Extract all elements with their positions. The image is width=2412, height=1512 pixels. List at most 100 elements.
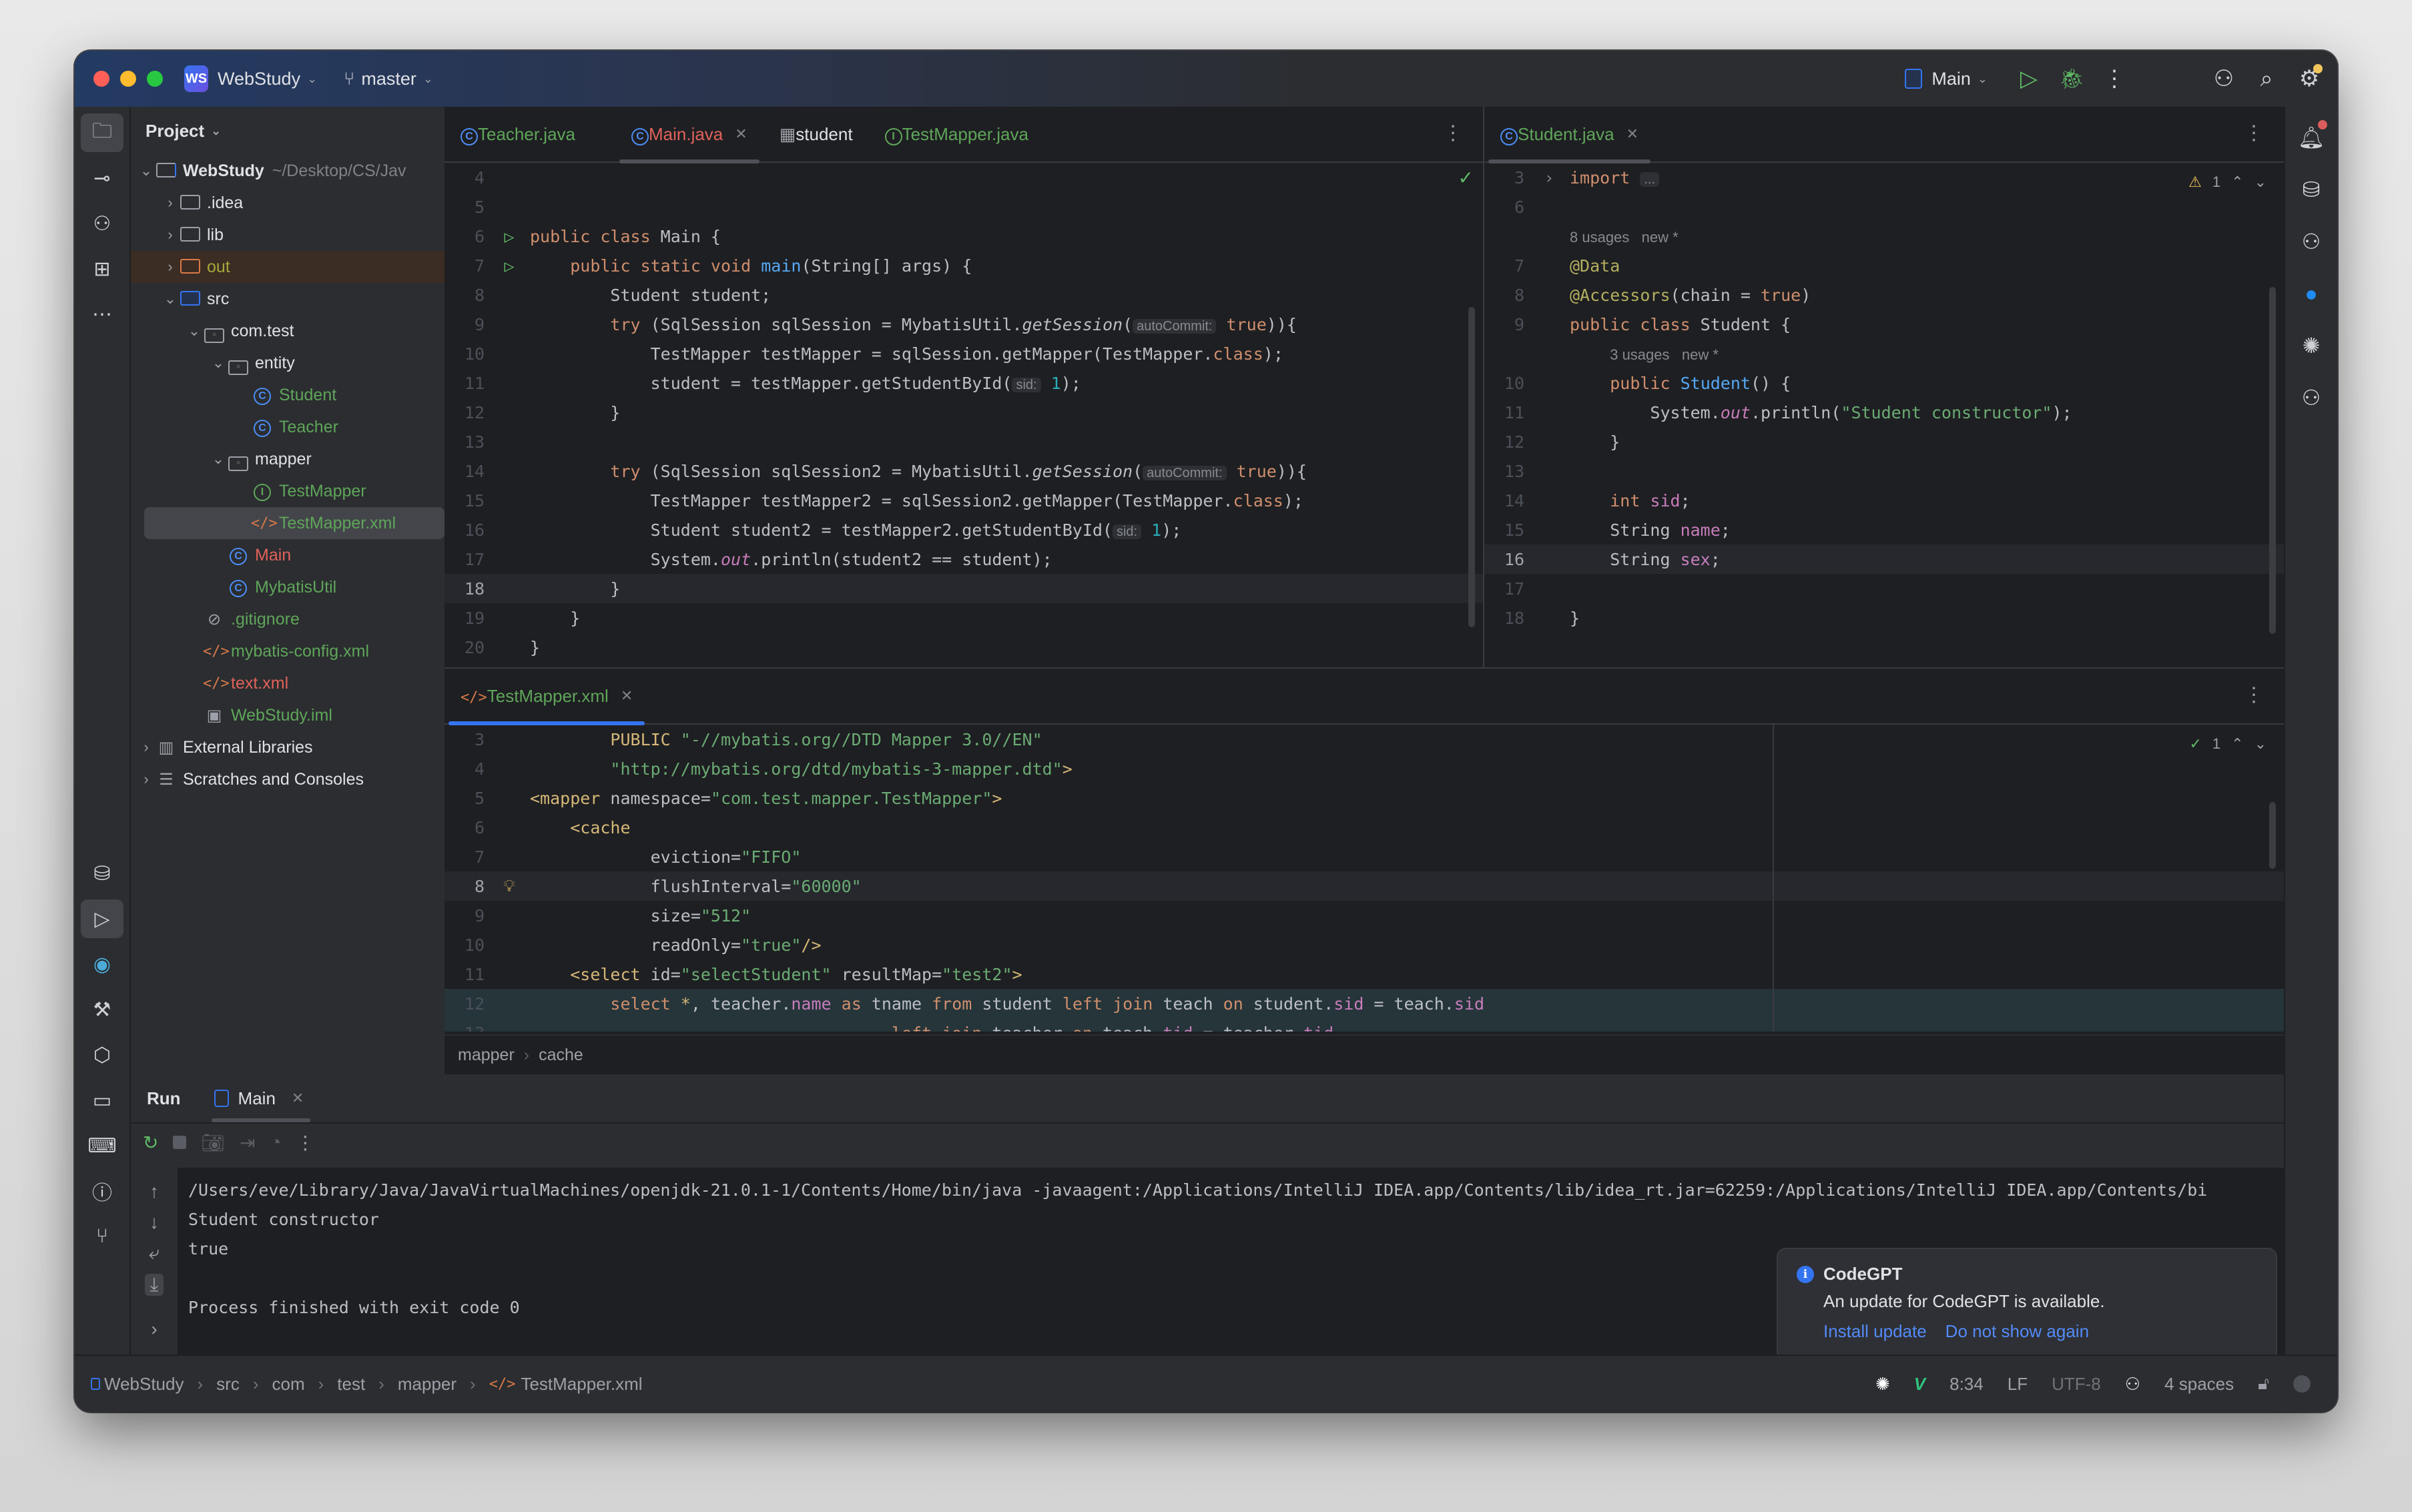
intention-bulb-icon[interactable]: 💡︎ [489,876,530,896]
more-actions-button[interactable]: ⋮ [2093,57,2136,100]
scroll-to-end-icon[interactable]: ⤓ [144,1274,164,1296]
tree-item[interactable]: › ▥ External Libraries [131,731,444,763]
tab-options-icon[interactable]: ⋮ [2244,121,2264,145]
nav-crumb[interactable]: TestMapper.xml [521,1374,642,1395]
run-gutter-icon[interactable]: ▷ [489,256,530,276]
debug-button[interactable]: 🐞︎ [2050,57,2093,100]
nav-crumb[interactable]: src [216,1374,240,1395]
close-icon[interactable]: ✕ [735,125,747,143]
more-actions-icon[interactable]: ⋮ [296,1132,314,1154]
chevron-down-icon[interactable]: ⌄ [162,290,179,308]
pull-requests-tool-button[interactable]: ⚇ [81,204,123,243]
tree-item[interactable]: › .idea [131,187,444,219]
run-tab-main[interactable]: Main ✕ [211,1074,311,1122]
editor-tab[interactable]: C Student.java ✕ [1484,107,1654,163]
tree-item[interactable]: ⌄ WebStudy ~/Desktop/CS/Jav [131,155,444,187]
tree-item[interactable]: C Student [131,379,444,411]
commit-tool-button[interactable]: ⊸ [81,159,123,198]
git-tool-button[interactable]: ⑂ [81,1217,123,1256]
run-gutter-icon[interactable]: ▷ [489,227,530,246]
tree-item[interactable]: › ☰ Scratches and Consoles [131,763,444,795]
database-button[interactable]: ⛁ [2290,168,2333,211]
editor-tab[interactable]: C Main.java ✕ [615,107,764,163]
problems-tool-button[interactable]: ⓘ [81,1172,123,1210]
stop-icon[interactable] [173,1136,187,1149]
editor-tab[interactable]: ▦ student [764,107,869,162]
tree-item[interactable]: </> TestMapper.xml [144,507,444,539]
tree-item[interactable]: ⌄ ○ entity [131,347,444,379]
chevron-down-icon[interactable]: ⌄ [137,162,155,179]
tree-item[interactable]: C Main [131,539,444,571]
copilot-button[interactable]: ⚇ [2290,220,2333,263]
next-highlight-icon[interactable]: ⌄ [2254,173,2267,191]
chevron-down-icon[interactable]: ⌄ [210,450,227,468]
rerun-icon[interactable]: ↻ [143,1132,158,1154]
file-encoding[interactable]: UTF-8 [2052,1374,2101,1395]
breadcrumb-item[interactable]: cache [539,1046,583,1065]
notifications-button[interactable]: 🔔︎ [2290,116,2333,159]
search-everywhere-button[interactable]: ⌕ [2245,57,2288,100]
tree-item[interactable]: I TestMapper [131,475,444,507]
project-badge[interactable]: WS [184,65,208,92]
memory-indicator[interactable] [2293,1375,2311,1393]
codegpt-status-icon[interactable]: ✺ [1875,1374,1890,1395]
caret-position[interactable]: 8:34 [1949,1374,1984,1395]
run-tool-button[interactable]: ▷ [81,899,123,938]
codegpt-button[interactable]: ✺ [2290,324,2333,367]
close-icon[interactable]: ✕ [1626,125,1638,143]
nav-crumb[interactable]: mapper [398,1374,457,1395]
code-area[interactable]: 3 › import ... 6 8 usages new * 7 @Data 8 @Acces… [1484,163,2284,633]
terminal-tool-button[interactable]: ⌨ [81,1126,123,1165]
scroll-down-icon[interactable]: ↓ [149,1212,159,1233]
tree-item[interactable]: </> mybatis-config.xml [131,635,444,667]
tree-item[interactable]: ⊘ .gitignore [131,603,444,635]
zoom-window-button[interactable] [147,71,163,87]
close-window-button[interactable] [93,71,109,87]
copilot-status-icon[interactable]: ⚇ [2125,1374,2140,1395]
chevron-down-icon[interactable]: ⌄ [186,322,203,340]
tree-item[interactable]: › out [131,251,444,283]
project-switcher[interactable]: WebStudy [218,69,300,89]
chevron-right-icon[interactable]: › [162,226,179,244]
run-button[interactable]: ▷ [2008,57,2050,100]
build-tool-button[interactable]: ⚒ [81,990,123,1029]
plugin-tool-button[interactable]: ◉ [81,945,123,984]
inspection-widget[interactable]: ⚠ 1 ⌃ ⌄ [2188,173,2267,191]
chevron-right-icon[interactable]: › [162,194,179,212]
tree-item[interactable]: ▣ WebStudy.iml [131,699,444,731]
install-update-link[interactable]: Install update [1823,1321,1927,1342]
inspection-widget[interactable]: ✓ 1 ⌃ ⌄ [2189,735,2267,753]
chevron-right-icon[interactable]: › [162,258,179,276]
tree-item[interactable]: </> text.xml [131,667,444,699]
layout-tool-button[interactable]: ▭ [81,1081,123,1120]
tree-item[interactable]: ⌄ ○ com.test [131,315,444,347]
project-panel-header[interactable]: Project ⌄ [131,107,444,155]
close-icon[interactable]: ✕ [621,687,633,705]
attach-icon[interactable]: ⇥ [240,1132,255,1154]
services-tool-button[interactable]: ⬡ [81,1036,123,1074]
vertical-scrollbar[interactable] [2269,287,2276,634]
screenshot-icon[interactable]: 📷︎ [201,1132,225,1154]
do-not-show-again-link[interactable]: Do not show again [1945,1321,2089,1342]
minimize-window-button[interactable] [120,71,136,87]
scroll-up-icon[interactable]: ↑ [149,1181,159,1202]
chevron-down-icon[interactable]: ⌄ [210,354,227,372]
fold-icon[interactable]: › [1528,168,1570,187]
nav-crumb[interactable]: WebStudy [104,1374,184,1395]
line-separator[interactable]: LF [2008,1374,2028,1395]
nav-crumb[interactable]: test [337,1374,365,1395]
editor-tab[interactable]: </> TestMapper.xml ✕ [444,669,649,725]
next-highlight-icon[interactable]: ⌄ [2254,735,2267,753]
branch-switcher[interactable]: master [361,69,416,89]
previous-highlight-icon[interactable]: ⌃ [2231,173,2243,191]
indent-setting[interactable]: 4 spaces [2164,1374,2234,1395]
nav-crumb[interactable]: com [272,1374,305,1395]
unlock-icon[interactable]: 🔓︎ [2258,1373,2269,1395]
code-with-me-button[interactable]: ⚇ [2202,57,2245,100]
soft-wrap-icon[interactable]: ⤶ [149,1242,160,1264]
tree-item[interactable]: › lib [131,219,444,251]
chevron-right-icon[interactable]: › [137,771,155,788]
more-tools-button[interactable]: ⋯ [81,295,123,334]
tab-options-icon[interactable]: ⋮ [1443,121,1463,145]
tree-item[interactable]: C MybatisUtil [131,571,444,603]
